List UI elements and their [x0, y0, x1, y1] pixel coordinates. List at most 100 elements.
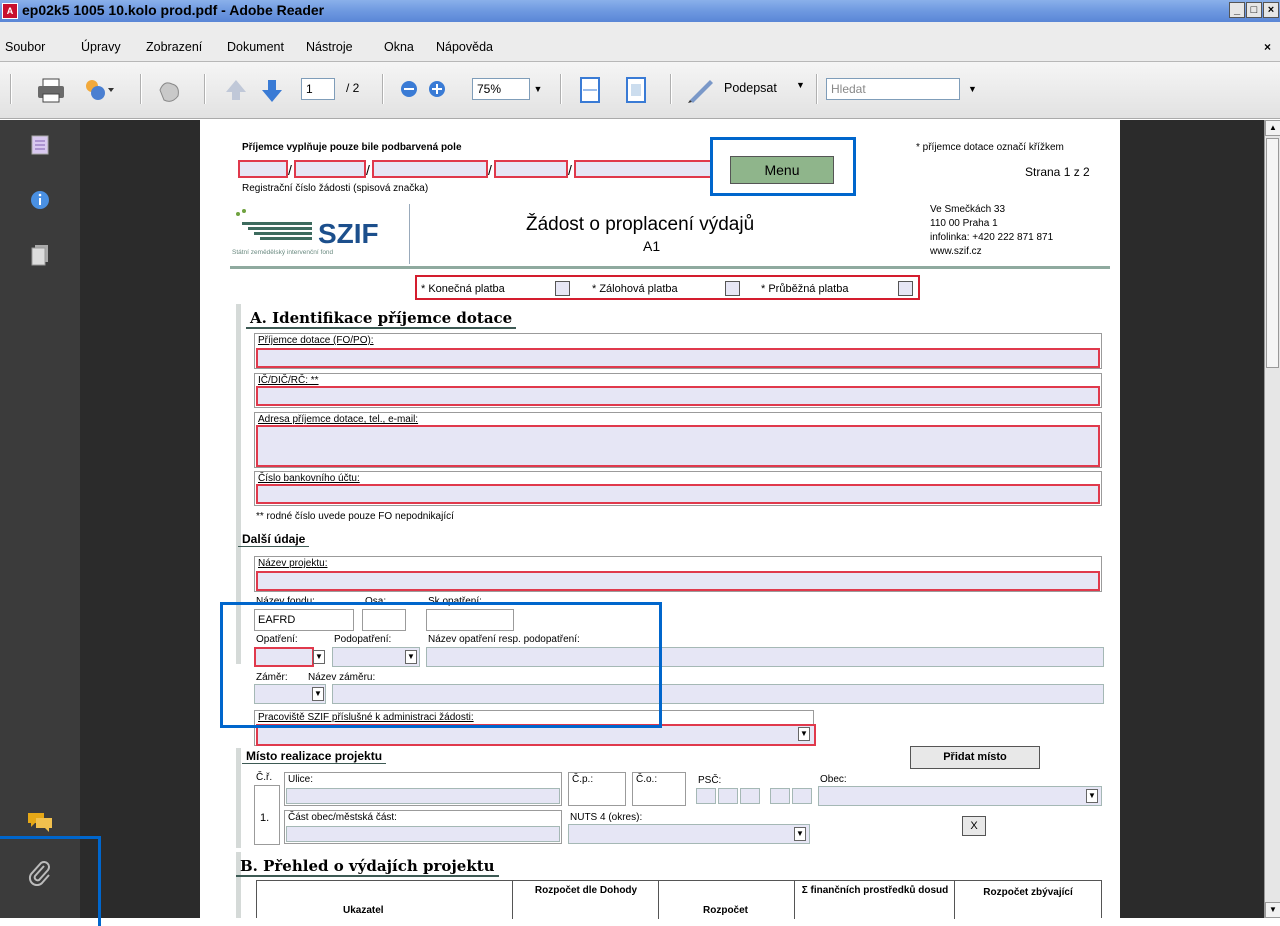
payment-final-checkbox[interactable] [555, 281, 570, 296]
scroll-down-icon[interactable]: ▼ [1265, 902, 1280, 918]
reg-segment-1[interactable] [238, 160, 288, 178]
payment-interim-checkbox[interactable] [898, 281, 913, 296]
logo-text: SZIF [318, 218, 379, 249]
scroll-thumb[interactable] [1266, 138, 1279, 368]
nuts-select[interactable] [568, 824, 810, 844]
nuts-label: NUTS 4 (okres): [570, 812, 643, 823]
title-bar: A ep02k5 1005 10.kolo prod.pdf - Adobe R… [0, 0, 1280, 22]
table-header-3: Σ finančních prostředků dosud [801, 885, 949, 896]
scroll-up-icon[interactable]: ▲ [1265, 120, 1280, 136]
menu-zobrazeni[interactable]: Zobrazení [146, 40, 202, 54]
sign-dropdown-icon[interactable]: ▼ [796, 80, 805, 90]
search-input[interactable]: Hledat [826, 78, 960, 100]
vertical-scrollbar[interactable]: ▲ ▼ [1264, 120, 1280, 918]
payment-advance-checkbox[interactable] [725, 281, 740, 296]
szif-logo: SZIF Státní zemědělský intervenční fond [230, 204, 410, 264]
info-icon[interactable] [30, 190, 50, 213]
page-indicator: Strana 1 z 2 [1025, 165, 1090, 179]
page-number-input[interactable]: 1 [301, 78, 335, 100]
menu-dokument[interactable]: Dokument [227, 40, 284, 54]
address-line-2: 110 00 Praha 1 [930, 218, 998, 229]
ids-input[interactable] [256, 386, 1100, 406]
page-total: / 2 [346, 81, 360, 95]
expenses-table: Ukazatel Rozpočet dle Dohody Rozpočet Σ … [256, 880, 1102, 919]
office-dropdown-icon[interactable]: ▼ [798, 727, 810, 741]
form-title: Žádost o proplacení výdajů [526, 214, 755, 235]
search-dropdown-icon[interactable]: ▼ [968, 84, 977, 94]
payment-advance-label: * Zálohová platba [592, 283, 678, 295]
full-page-icon[interactable] [624, 76, 648, 104]
reg-segment-4[interactable] [494, 160, 568, 178]
address-input[interactable] [256, 425, 1100, 467]
menu-napoveda[interactable]: Nápověda [436, 40, 493, 54]
zoom-in-icon[interactable] [428, 80, 446, 98]
close-document-icon[interactable]: × [1264, 40, 1271, 54]
zoom-dropdown-icon[interactable]: ▼ [532, 78, 544, 100]
row-number-label: Č.ř. [256, 772, 273, 783]
printer-icon[interactable] [36, 76, 66, 104]
highlight-box-attachments [0, 836, 101, 926]
reg-segment-2[interactable] [294, 160, 366, 178]
close-button[interactable]: × [1263, 2, 1279, 18]
add-location-button[interactable]: Přidat místo [910, 746, 1040, 769]
fit-width-icon[interactable] [578, 76, 602, 104]
maximize-button[interactable]: □ [1246, 2, 1262, 18]
municipality-label: Obec: [820, 774, 847, 785]
recipient-input[interactable] [256, 348, 1100, 368]
table-header-2: Rozpočet [703, 905, 748, 916]
navigation-panel [0, 120, 80, 918]
psc-digit-2[interactable] [718, 788, 738, 804]
street-label: Ulice: [288, 774, 314, 785]
arrow-down-icon[interactable] [258, 76, 286, 104]
municipality-dropdown-icon[interactable]: ▼ [1086, 789, 1098, 803]
municipality-select[interactable] [818, 786, 1102, 806]
nuts-dropdown-icon[interactable]: ▼ [794, 827, 806, 841]
sign-button[interactable]: Podepsat [724, 81, 777, 95]
reg-label: Registrační číslo žádosti (spisová značk… [242, 183, 429, 194]
ids-label: IČ/DIČ/RČ: ** [258, 375, 319, 386]
psc-digit-3[interactable] [740, 788, 760, 804]
psc-digit-1[interactable] [696, 788, 716, 804]
logo-subtitle: Státní zemědělský intervenční fond [232, 249, 334, 256]
bank-input[interactable] [256, 484, 1100, 504]
layers-icon[interactable] [31, 244, 49, 269]
menu-okna[interactable]: Okna [384, 40, 414, 54]
menu-nastroje[interactable]: Nástroje [306, 40, 353, 54]
address-line-3: infolinka: +420 222 871 871 [930, 232, 1054, 243]
reg-segment-5[interactable] [574, 160, 712, 178]
form-code: A1 [643, 238, 661, 254]
menu-upravy[interactable]: Úpravy [81, 40, 121, 54]
collaborate-icon[interactable] [80, 76, 116, 104]
project-input[interactable] [256, 571, 1100, 591]
street-input[interactable] [286, 788, 560, 804]
reg-segment-3[interactable] [372, 160, 488, 178]
pdf-app-icon: A [2, 3, 18, 19]
remove-location-button[interactable]: X [962, 816, 986, 836]
hand-icon[interactable] [154, 76, 184, 104]
payment-interim-label: * Průběžná platba [761, 283, 849, 295]
menu-soubor[interactable]: Soubor [5, 40, 45, 54]
psc-digit-4[interactable] [770, 788, 790, 804]
zoom-select[interactable]: 75% [472, 78, 530, 100]
location-title: Místo realizace projektu [242, 749, 387, 764]
part-input[interactable] [286, 826, 560, 842]
pen-icon[interactable] [686, 76, 716, 104]
footnote: ** rodné číslo uvede pouze FO nepodnikaj… [256, 511, 454, 522]
part-label: Část obec/městská část: [288, 812, 397, 823]
co-cell: Č.o.: [632, 772, 686, 806]
table-header-0: Ukazatel [343, 905, 384, 916]
psc-digit-5[interactable] [792, 788, 812, 804]
cross-hint: * příjemce dotace označí křížkem [916, 142, 1064, 153]
table-header-4: Rozpočet zbývající [983, 887, 1073, 898]
address-line-4: www.szif.cz [930, 246, 982, 257]
payment-final-label: * Konečná platba [421, 283, 505, 295]
further-title: Další údaje [238, 532, 310, 547]
zoom-out-icon[interactable] [400, 80, 418, 98]
psc-label: PSČ: [698, 775, 722, 786]
project-label: Název projektu: [258, 558, 328, 569]
arrow-up-icon[interactable] [222, 76, 250, 104]
comments-icon[interactable] [26, 810, 54, 835]
pages-icon[interactable] [31, 135, 49, 158]
cp-cell: Č.p.: [568, 772, 626, 806]
minimize-button[interactable]: _ [1229, 2, 1245, 18]
